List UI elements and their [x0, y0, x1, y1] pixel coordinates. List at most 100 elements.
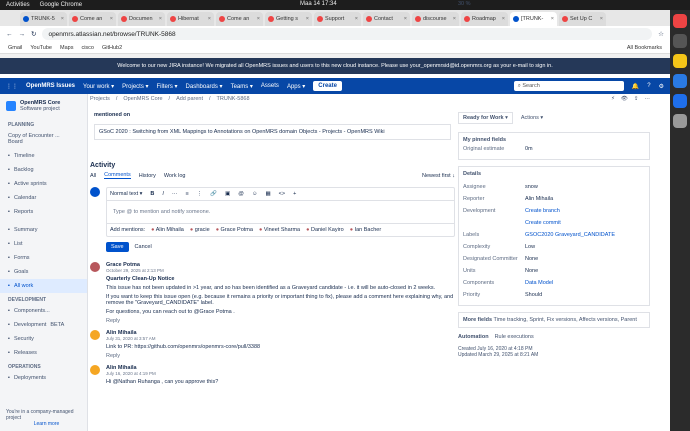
sidebar-item[interactable]: ▪ Security: [0, 332, 87, 346]
bookmark-item[interactable]: GitHub2: [102, 45, 122, 51]
sidebar-item[interactable]: ▪ List: [0, 237, 87, 251]
field-value[interactable]: None: [525, 268, 645, 274]
project-header[interactable]: OpenMRS Core Software project: [0, 94, 87, 118]
bookmark-item[interactable]: Gmail: [8, 45, 22, 51]
reload-icon[interactable]: ↻: [31, 30, 36, 38]
more-fields[interactable]: More fields Time tracking, Sprint, Fix v…: [458, 312, 650, 328]
field-value[interactable]: GSOC2020 Graveyard_CANDIDATE: [525, 232, 645, 238]
more-format-icon[interactable]: ⋯: [172, 191, 178, 197]
mention-chip[interactable]: ● Grace Potma: [216, 227, 253, 233]
field-value[interactable]: Create branch: [525, 208, 645, 214]
chrome-app-icon[interactable]: [673, 14, 687, 28]
breadcrumb-item[interactable]: OpenMRS Core: [123, 96, 162, 102]
browser-tab[interactable]: [TRUNK- ×: [510, 12, 557, 26]
image-icon[interactable]: ▣: [225, 191, 230, 197]
close-icon[interactable]: ×: [159, 16, 162, 22]
sidebar-item[interactable]: ▪ Forms: [0, 251, 87, 265]
sidebar-item[interactable]: ▪ Active sprints: [0, 177, 87, 191]
field-value[interactable]: Alin Mihaila: [525, 196, 645, 202]
browser-tab[interactable]: Come an ×: [216, 12, 263, 26]
sort-button[interactable]: Newest first ↓: [422, 173, 455, 179]
nav-item[interactable]: Dashboards ▾: [186, 83, 223, 90]
mention-chip[interactable]: ● Vineet Sharma: [259, 227, 300, 233]
close-icon[interactable]: ×: [502, 16, 505, 22]
mention-chip[interactable]: ● gracie: [190, 227, 210, 233]
browser-tab[interactable]: Hibernat ×: [167, 12, 214, 26]
close-icon[interactable]: ×: [453, 16, 456, 22]
activity-tab[interactable]: Comments: [104, 172, 131, 179]
field-value[interactable]: None: [525, 256, 645, 262]
text-format-dropdown[interactable]: Normal text ▾: [110, 191, 142, 197]
cancel-button[interactable]: Cancel: [135, 244, 152, 250]
field-value[interactable]: Low: [525, 244, 645, 250]
italic-icon[interactable]: I: [162, 191, 164, 197]
emoji-icon[interactable]: ☺: [252, 191, 258, 197]
browser-tab[interactable]: Come an ×: [69, 12, 116, 26]
address-bar[interactable]: openmrs.atlassian.net/browse/TRUNK-5868: [42, 28, 653, 40]
apps-grid-icon[interactable]: ⋮⋮: [6, 83, 18, 90]
activities-button[interactable]: Activities: [6, 2, 30, 8]
automation-row[interactable]: Automation Rule executions: [458, 334, 650, 340]
notifications-icon[interactable]: 🔔: [632, 83, 639, 90]
numbered-list-icon[interactable]: ⋮: [197, 191, 203, 197]
app-icon[interactable]: [673, 74, 687, 88]
sidebar-item[interactable]: ▪ All work: [0, 279, 87, 293]
bold-icon[interactable]: B: [150, 191, 154, 197]
close-icon[interactable]: ×: [257, 16, 260, 22]
clock[interactable]: Maa 14 17:34: [300, 1, 337, 7]
close-icon[interactable]: ×: [306, 16, 309, 22]
feedback-icon[interactable]: ⚡: [611, 96, 615, 102]
sidebar-item[interactable]: ▪ Deployments: [0, 371, 87, 385]
close-icon[interactable]: ×: [61, 16, 64, 22]
close-icon[interactable]: ×: [404, 16, 407, 22]
browser-tab[interactable]: Roadmap ×: [461, 12, 508, 26]
mentioned-link[interactable]: GSoC 2020 : Switching from XML Mappings …: [94, 124, 451, 140]
board-selector[interactable]: Copy of Encounter ... Board: [0, 129, 87, 149]
add-icon[interactable]: +: [293, 191, 296, 197]
share-icon[interactable]: ⇪: [634, 96, 639, 102]
mention-icon[interactable]: @: [238, 191, 244, 197]
browser-tab[interactable]: Support ×: [314, 12, 361, 26]
brand[interactable]: OpenMRS Issues: [26, 83, 75, 89]
sidebar-item[interactable]: ▪ Backlog: [0, 163, 87, 177]
bookmark-item[interactable]: Maps: [60, 45, 73, 51]
browser-tab[interactable]: Getting s ×: [265, 12, 312, 26]
field-value[interactable]: snow: [525, 184, 645, 190]
more-icon[interactable]: ⋯: [645, 96, 651, 102]
back-icon[interactable]: ←: [6, 31, 13, 38]
reply-link[interactable]: Reply: [106, 353, 455, 359]
mention-chip[interactable]: ● Ian Bacher: [350, 227, 381, 233]
browser-tab[interactable]: Contact ×: [363, 12, 410, 26]
nav-item[interactable]: Your work ▾: [83, 83, 114, 90]
activity-tab[interactable]: Work log: [164, 173, 186, 179]
close-icon[interactable]: ×: [110, 16, 113, 22]
nav-item[interactable]: Projects ▾: [122, 83, 148, 90]
browser-tab[interactable]: TRUNK-5 ×: [20, 12, 67, 26]
learn-more-link[interactable]: Learn more: [6, 421, 87, 427]
bookmark-item[interactable]: cisco: [81, 45, 94, 51]
status-dropdown[interactable]: Ready for Work ▾: [458, 112, 513, 124]
link-icon[interactable]: 🔗: [210, 191, 217, 197]
sidebar-item[interactable]: ▪ Releases: [0, 346, 87, 360]
search-input[interactable]: ⌕ Search: [513, 81, 624, 91]
field-value[interactable]: Create commit: [525, 220, 645, 226]
reply-link[interactable]: Reply: [106, 318, 455, 324]
bullet-list-icon[interactable]: ≡: [185, 191, 188, 197]
nav-item[interactable]: Apps ▾: [287, 83, 305, 90]
sidebar-item[interactable]: ▪ Goals: [0, 265, 87, 279]
nav-item[interactable]: Filters ▾: [157, 83, 178, 90]
watch-icon[interactable]: 👁: [621, 96, 628, 102]
comment-input[interactable]: Type @ to mention and notify someone.: [107, 201, 454, 223]
sidebar-item[interactable]: ▪ Calendar: [0, 191, 87, 205]
mention-chip[interactable]: ● Alin Mihaila: [151, 227, 184, 233]
browser-tab[interactable]: Documen ×: [118, 12, 165, 26]
app-icon[interactable]: [673, 114, 687, 128]
nav-item[interactable]: Teams ▾: [231, 83, 253, 90]
nav-item[interactable]: Assets: [261, 83, 279, 90]
details-heading[interactable]: Details: [463, 171, 645, 177]
browser-tab[interactable]: Set Up C ×: [559, 12, 606, 26]
close-icon[interactable]: ×: [208, 16, 211, 22]
mention-chip[interactable]: ● Daniel Kayiro: [306, 227, 344, 233]
create-button[interactable]: Create: [313, 81, 342, 91]
original-estimate-value[interactable]: 0m: [525, 146, 645, 152]
